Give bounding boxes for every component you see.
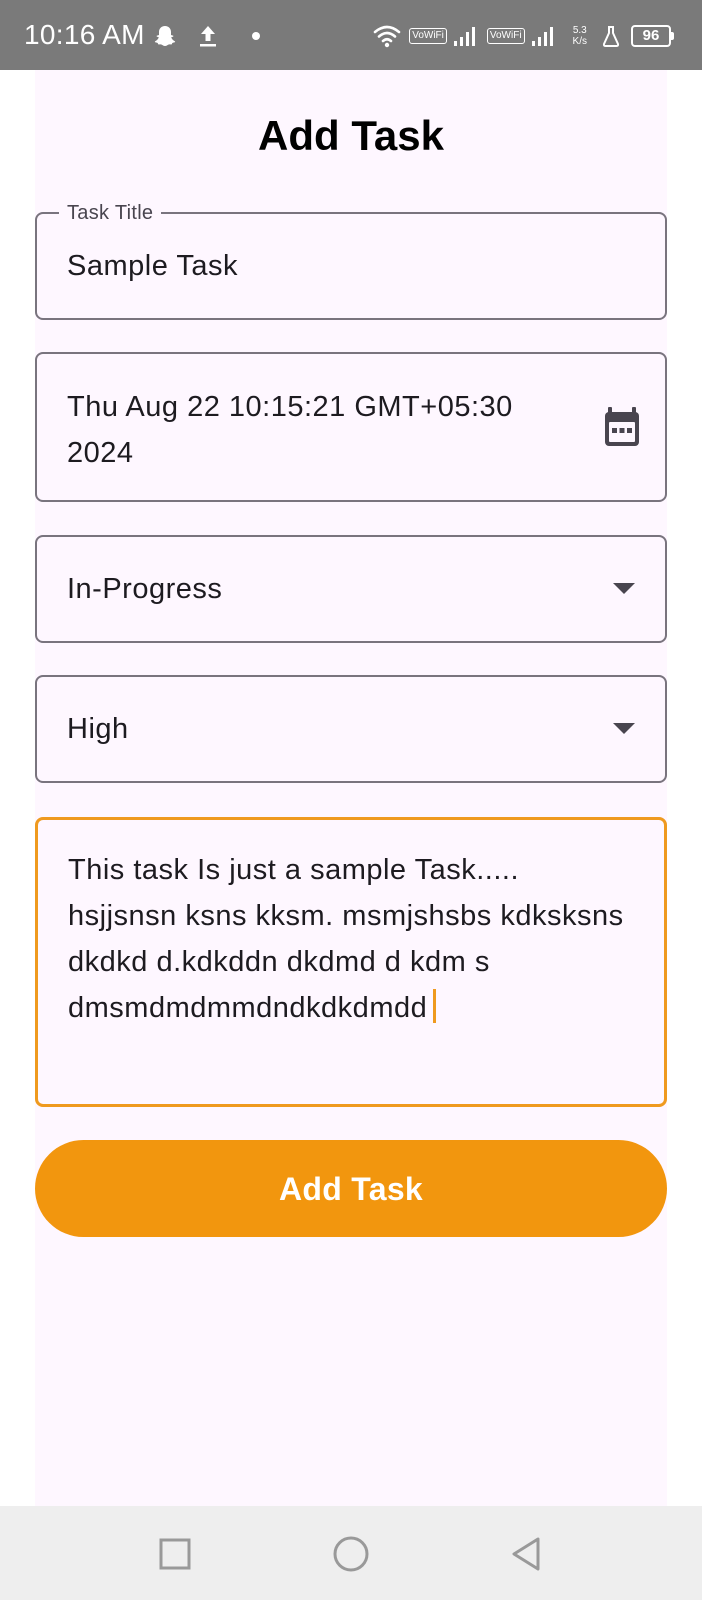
upload-icon xyxy=(200,26,216,47)
page-title: Add Task xyxy=(258,112,444,159)
wifi-icon xyxy=(373,25,401,48)
description-value[interactable]: This task Is just a sample Task..... hsj… xyxy=(68,847,628,1031)
dropdown-arrow-icon[interactable] xyxy=(613,583,635,594)
snapchat-icon xyxy=(154,26,176,46)
vowifi-badge-2: VoWiFi xyxy=(486,28,525,44)
priority-selected-value[interactable]: High xyxy=(67,711,129,747)
text-cursor xyxy=(433,989,437,1023)
status-bar: 10:16 AM VoWiFi VoWiFi 5.3 K/s 96 xyxy=(0,0,702,70)
task-title-field[interactable]: Task Title Sample Task xyxy=(35,201,667,320)
calendar-icon[interactable] xyxy=(603,406,641,448)
network-speed: 5.3 K/s xyxy=(573,25,587,47)
network-speed-unit: K/s xyxy=(572,36,587,47)
navigation-bar xyxy=(0,1506,702,1600)
due-date-value[interactable]: Thu Aug 22 10:15:21 GMT+05:30 2024 xyxy=(67,384,567,476)
home-circle-icon[interactable] xyxy=(331,1534,371,1574)
add-task-button[interactable]: Add Task xyxy=(35,1140,667,1237)
flask-icon xyxy=(602,26,620,47)
status-dropdown[interactable]: In-Progress xyxy=(35,535,667,643)
status-time: 10:16 AM xyxy=(24,19,145,50)
back-triangle-icon[interactable] xyxy=(507,1534,547,1574)
recents-square-icon[interactable] xyxy=(155,1534,195,1574)
due-date-field[interactable]: Thu Aug 22 10:15:21 GMT+05:30 2024 xyxy=(35,352,667,502)
status-right-icons: VoWiFi VoWiFi 5.3 K/s 96 xyxy=(373,18,674,54)
status-selected-value[interactable]: In-Progress xyxy=(67,571,222,607)
description-text[interactable]: This task Is just a sample Task..... hsj… xyxy=(68,854,624,1024)
add-task-screen: Add Task Task Title Sample Task Thu Aug … xyxy=(35,70,667,1506)
notification-dot-icon xyxy=(252,32,260,40)
battery-tip-icon xyxy=(671,32,674,40)
battery-level: 96 xyxy=(631,25,671,47)
status-left-icons xyxy=(152,20,260,52)
description-field[interactable]: This task Is just a sample Task..... hsj… xyxy=(35,817,667,1107)
priority-dropdown[interactable]: High xyxy=(35,675,667,783)
signal-icon-2 xyxy=(531,27,553,46)
vowifi-badge-1: VoWiFi xyxy=(409,28,447,44)
signal-icon-1 xyxy=(453,27,475,46)
network-speed-value: 5.3 xyxy=(572,25,587,36)
task-title-value[interactable]: Sample Task xyxy=(67,248,238,284)
battery-indicator: 96 xyxy=(631,25,674,47)
dropdown-arrow-icon[interactable] xyxy=(613,723,635,734)
task-title-label: Task Title xyxy=(59,201,162,225)
